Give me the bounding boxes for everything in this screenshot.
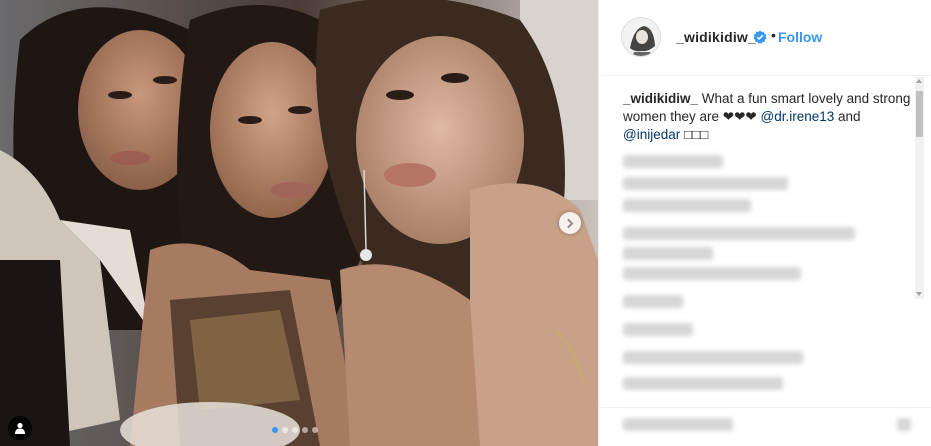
blurred-comment-line (623, 247, 713, 260)
caption-mention-2[interactable]: @inijedar (623, 127, 680, 142)
blurred-comment-line (623, 155, 723, 168)
blurred-comment-line (623, 199, 751, 212)
post-side-panel: _widikidiw_ • Follow _widikidiw_ What a … (598, 0, 931, 446)
verified-badge-icon (753, 30, 767, 44)
avatar-image (622, 18, 660, 56)
blurred-comment-line (623, 227, 855, 240)
blurred-comment-line (623, 267, 801, 280)
comments-section: _widikidiw_ What a fun smart lovely and … (599, 77, 931, 407)
carousel-dot (292, 427, 298, 433)
post-caption: _widikidiw_ What a fun smart lovely and … (623, 90, 911, 144)
blurred-comment-line (623, 377, 783, 390)
blurred-comment-line (623, 323, 693, 336)
post-actions-bar (599, 407, 931, 446)
caption-mention-1[interactable]: @dr.irene13 (761, 109, 835, 124)
post-header: _widikidiw_ • Follow (599, 0, 931, 76)
caption-username[interactable]: _widikidiw_ (623, 91, 698, 106)
header-separator: • (771, 27, 776, 43)
blurred-actions (897, 418, 911, 431)
post-photo[interactable] (0, 0, 598, 446)
carousel-dot (282, 427, 288, 433)
follow-button[interactable]: Follow (778, 29, 822, 45)
user-tag-icon (15, 422, 25, 434)
caption-suffix: □□□ (680, 127, 709, 142)
caption-connector: and (834, 109, 861, 124)
scrollbar-thumb[interactable] (916, 91, 923, 137)
carousel-dot (312, 427, 318, 433)
carousel-next-button[interactable] (559, 212, 581, 234)
post-username[interactable]: _widikidiw_ (676, 29, 756, 45)
blurred-comment-line (623, 177, 788, 190)
chevron-right-icon (563, 218, 574, 228)
blurred-comment-line (623, 351, 803, 364)
avatar[interactable] (621, 17, 661, 57)
post-image (0, 0, 598, 446)
scroll-up-icon[interactable] (916, 79, 922, 83)
scroll-down-icon[interactable] (916, 292, 922, 296)
carousel-dot (272, 427, 278, 433)
comments-scrollbar[interactable] (915, 77, 924, 299)
carousel-dot (302, 427, 308, 433)
blurred-comment-line (623, 295, 683, 308)
user-tag-button[interactable] (8, 416, 32, 440)
carousel-indicator (272, 427, 318, 433)
blurred-actions (623, 418, 733, 431)
